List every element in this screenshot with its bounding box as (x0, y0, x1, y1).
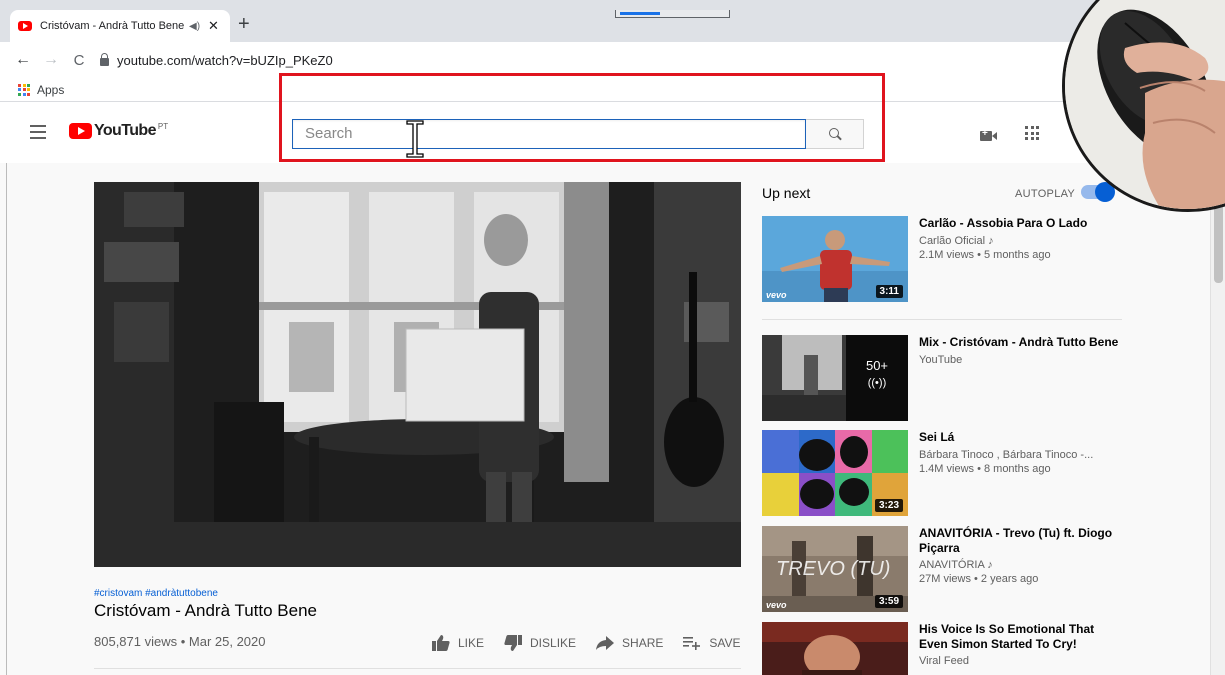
recommendation-item[interactable]: TREVO (TU) vevo 3:59 ANAVITÓRIA - Trevo … (762, 526, 1122, 616)
playlist-add-icon (683, 637, 701, 650)
recommendation-info: ANAVITÓRIA - Trevo (Tu) ft. Diogo Piçarr… (919, 526, 1119, 585)
thumbs-up-icon (432, 635, 450, 651)
recommendation-item[interactable]: His Voice Is So Emotional That Even Simo… (762, 622, 1122, 675)
floating-window-thumbnail (615, 10, 730, 18)
recommendation-title[interactable]: ANAVITÓRIA - Trevo (Tu) ft. Diogo Piçarr… (919, 526, 1119, 555)
search-input[interactable]: Search (292, 119, 806, 149)
logo-wordmark: YouTube (94, 122, 156, 139)
recommendation-title[interactable]: Mix - Cristóvam - Andrà Tutto Bene (919, 335, 1119, 350)
window-edge (6, 163, 7, 675)
vevo-badge: vevo (766, 290, 787, 300)
like-label: LIKE (458, 636, 485, 650)
recommendation-title[interactable]: Carlão - Assobia Para O Lado (919, 216, 1119, 231)
screen: { "browser": { "tab_title": "Cristóvam -… (0, 0, 1225, 675)
region-code: PT (157, 122, 169, 131)
recommendation-title[interactable]: Sei Lá (919, 430, 1119, 445)
recommendation-item[interactable]: 50+ ((•)) Mix - Cristóvam - Andrà Tutto … (762, 335, 1122, 425)
recommendation-title[interactable]: His Voice Is So Emotional That Even Simo… (919, 622, 1119, 651)
like-button[interactable]: LIKE (432, 635, 484, 651)
youtube-logo[interactable]: YouTube PT (69, 122, 168, 140)
video-player[interactable] (94, 182, 741, 567)
save-label: SAVE (709, 636, 741, 650)
video-thumbnail[interactable]: vevo 3:11 (762, 216, 908, 302)
recommendation-channel[interactable]: Carlão Oficial ♪ (919, 235, 1119, 247)
dislike-label: DISLIKE (530, 636, 577, 650)
mix-broadcast-icon: ((•)) (867, 377, 887, 389)
video-duration: 3:23 (874, 499, 903, 512)
recommendation-item[interactable]: vevo 3:11 Carlão - Assobia Para O Lado C… (762, 216, 1122, 306)
address-bar[interactable]: youtube.com/watch?v=bUZIp_PKeZ0 (100, 52, 333, 68)
browser-tabstrip: Cristóvam - Andrà Tutto Bene ◀) ✕ + (0, 0, 1225, 42)
share-arrow-icon (596, 636, 615, 650)
video-actions: LIKE DISLIKE SHARE SAVE ... (432, 635, 777, 651)
view-count-date: 805,871 views • Mar 25, 2020 (94, 634, 266, 649)
text-cursor-icon (406, 120, 424, 158)
recommendation-item[interactable]: 3:23 Sei Lá Bárbara Tinoco , Bárbara Tin… (762, 430, 1122, 520)
speaker-icon[interactable]: ◀) (189, 21, 200, 32)
video-duration: 3:11 (875, 285, 903, 298)
back-arrow-icon[interactable]: ← (12, 51, 34, 69)
mix-overlay: 50+ ((•)) (846, 335, 908, 421)
recommendation-channel[interactable]: ANAVITÓRIA ♪ (919, 559, 1119, 571)
recommendation-channel[interactable]: YouTube (919, 354, 1119, 366)
video-thumbnail[interactable]: 50+ ((•)) (762, 335, 908, 421)
thumbnail-image (762, 622, 908, 675)
search-button[interactable] (806, 119, 864, 149)
recommendation-separator (762, 319, 1122, 320)
dislike-button[interactable]: DISLIKE (504, 635, 576, 651)
video-thumbnail[interactable] (762, 622, 908, 675)
bookmark-apps[interactable]: Apps (37, 83, 64, 97)
autoplay-label: AUTOPLAY (1015, 188, 1076, 200)
browser-tab[interactable]: Cristóvam - Andrà Tutto Bene ◀) ✕ (10, 10, 230, 42)
save-button[interactable]: SAVE (683, 636, 741, 650)
youtube-play-icon (69, 123, 92, 139)
share-button[interactable]: SHARE (596, 636, 663, 650)
youtube-apps-icon[interactable] (1025, 126, 1039, 140)
recommendation-channel[interactable]: Viral Feed (919, 655, 1119, 667)
up-next-heading: Up next (762, 185, 811, 201)
video-title: Cristóvam - Andrà Tutto Bene (94, 601, 317, 620)
recommendation-info: His Voice Is So Emotional That Even Simo… (919, 622, 1119, 667)
video-hashtags[interactable]: #cristovam #andràtuttobene (94, 588, 218, 599)
tab-close-icon[interactable]: ✕ (208, 18, 219, 34)
apps-grid-icon[interactable] (18, 83, 30, 96)
thumbnail-caption: TREVO (TU) (776, 558, 891, 580)
reload-icon[interactable]: C (68, 52, 90, 69)
forward-arrow-icon[interactable]: → (40, 51, 62, 69)
mix-count: 50+ (865, 358, 889, 373)
search-icon (829, 128, 839, 138)
info-divider (94, 668, 741, 669)
recommendation-info: Carlão - Assobia Para O Lado Carlão Ofic… (919, 216, 1119, 261)
thumbs-down-icon (504, 635, 523, 651)
hamburger-menu-icon[interactable] (30, 125, 46, 139)
share-label: SHARE (622, 636, 664, 650)
create-video-icon[interactable] (980, 128, 997, 141)
lock-icon (100, 52, 109, 66)
youtube-favicon-icon (18, 21, 32, 31)
recommendation-info: Mix - Cristóvam - Andrà Tutto Bene YouTu… (919, 335, 1119, 366)
video-frame (94, 182, 741, 567)
video-duration: 3:59 (874, 595, 903, 608)
recommendation-info: Sei Lá Bárbara Tinoco , Bárbara Tinoco -… (919, 430, 1119, 475)
tab-title: Cristóvam - Andrà Tutto Bene (40, 20, 185, 32)
autoplay-toggle[interactable] (1081, 182, 1115, 202)
recommendation-channel[interactable]: Bárbara Tinoco , Bárbara Tinoco -... (919, 449, 1119, 461)
recommendation-meta: 27M views • 2 years ago (919, 573, 1039, 585)
recommendation-meta: 2.1M views • 5 months ago (919, 248, 1051, 261)
video-thumbnail[interactable]: TREVO (TU) vevo 3:59 (762, 526, 908, 612)
recommendation-meta: 1.4M views • 8 months ago (919, 462, 1051, 475)
url-text: youtube.com/watch?v=bUZIp_PKeZ0 (117, 52, 333, 68)
vevo-badge: vevo (766, 600, 787, 610)
video-thumbnail[interactable]: 3:23 (762, 430, 908, 516)
new-tab-button[interactable]: + (238, 14, 250, 34)
